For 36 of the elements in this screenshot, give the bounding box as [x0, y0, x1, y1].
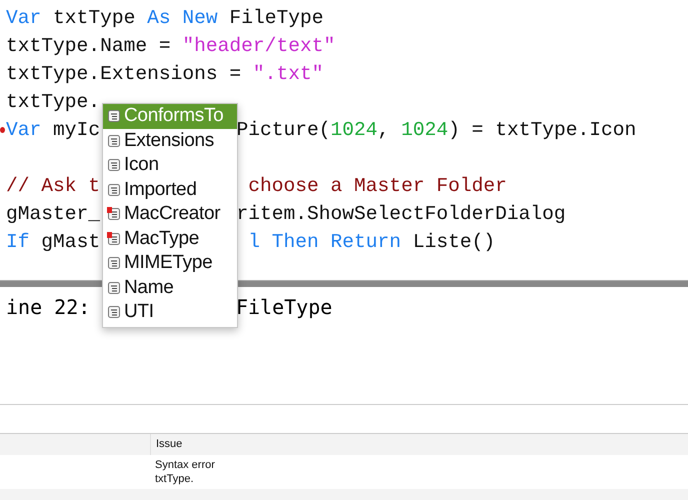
- table-cell-text: Syntax error txtType.: [154, 458, 215, 486]
- code-token: txtType.: [6, 91, 100, 113]
- code-token: As New: [147, 7, 218, 29]
- code-token: ) = txtType.Icon: [448, 119, 636, 141]
- code-token: txtType.Name =: [6, 35, 172, 57]
- code-token: // Ask t: [6, 175, 100, 197]
- code-token: l Then Return: [247, 231, 402, 253]
- autocomplete-item[interactable]: UTI: [103, 300, 237, 324]
- code-token: If: [6, 231, 30, 253]
- autocomplete-item[interactable]: MacType: [103, 226, 237, 251]
- code-token: Picture(: [236, 119, 331, 141]
- code-token: ".txt": [252, 63, 324, 85]
- code-token: myIc: [52, 119, 100, 141]
- code-token: choose a Master Folder: [247, 175, 507, 197]
- autocomplete-item[interactable]: Icon: [103, 153, 237, 178]
- autocomplete-item[interactable]: Imported: [103, 178, 237, 202]
- code-token: FileType: [228, 7, 324, 29]
- code-token: Var: [6, 7, 42, 29]
- code-token: ritem.ShowSelectFolderDialog: [236, 203, 566, 225]
- code-token: txtType.Extensions =: [6, 63, 242, 85]
- code-token: txtType: [52, 7, 136, 29]
- code-token: ,: [378, 119, 390, 141]
- error-message: FileType: [236, 295, 332, 319]
- code-token: gMast: [40, 231, 100, 253]
- code-token: Var: [6, 119, 42, 141]
- code-token: 1024: [330, 119, 378, 141]
- error-message: ine 22:: [6, 295, 90, 319]
- autocomplete-item[interactable]: Extensions: [103, 128, 237, 153]
- code-token: gMaster_: [6, 203, 100, 225]
- code-token: Liste(): [412, 231, 496, 253]
- code-token: "header/text": [182, 35, 336, 57]
- autocomplete-item[interactable]: Name: [103, 276, 237, 300]
- autocomplete-item[interactable]: MacCreator: [103, 202, 237, 226]
- autocomplete-item[interactable]: MIMEType: [103, 251, 237, 276]
- code-token: 1024: [401, 119, 448, 141]
- column-header[interactable]: Issue: [151, 434, 182, 455]
